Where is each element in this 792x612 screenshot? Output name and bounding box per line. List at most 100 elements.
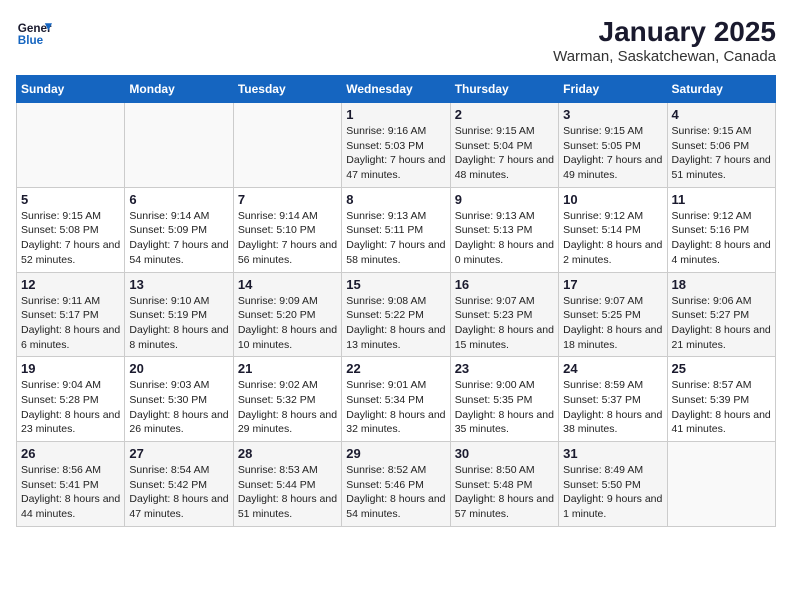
calendar-table: SundayMondayTuesdayWednesdayThursdayFrid… — [16, 75, 776, 527]
day-header-tuesday: Tuesday — [233, 76, 341, 103]
day-number: 2 — [455, 107, 554, 122]
calendar-cell: 6 Sunrise: 9:14 AMSunset: 5:09 PMDaylight… — [125, 187, 233, 272]
calendar-cell: 14 Sunrise: 9:09 AMSunset: 5:20 PMDayligh… — [233, 272, 341, 357]
day-info: Sunrise: 9:14 AMSunset: 5:10 PMDaylight:… — [238, 209, 337, 268]
calendar-cell — [233, 103, 341, 188]
calendar-cell: 10Sunrise: 9:12 AMSunset: 5:14 PMDayligh… — [559, 187, 667, 272]
day-info: Sunrise: 8:57 AMSunset: 5:39 PMDaylight:… — [672, 378, 771, 437]
day-number: 14 — [238, 277, 337, 292]
day-number: 17 — [563, 277, 662, 292]
calendar-cell: 31 Sunrise: 8:49 AMSunset: 5:50 PMDayligh… — [559, 442, 667, 527]
calendar-cell: 27 Sunrise: 8:54 AMSunset: 5:42 PMDayligh… — [125, 442, 233, 527]
day-info: Sunrise: 9:16 AMSunset: 5:03 PMDaylight:… — [346, 124, 445, 183]
day-number: 22 — [346, 361, 445, 376]
calendar-cell — [17, 103, 125, 188]
day-number: 11 — [672, 192, 771, 207]
day-info: Sunrise: 9:03 AMSunset: 5:30 PMDaylight:… — [129, 378, 228, 437]
day-info: Sunrise: 9:07 AMSunset: 5:23 PMDaylight:… — [455, 294, 554, 353]
calendar-cell: 26 Sunrise: 8:56 AMSunset: 5:41 PMDayligh… — [17, 442, 125, 527]
day-number: 6 — [129, 192, 228, 207]
calendar-cell: 8Sunrise: 9:13 AMSunset: 5:11 PMDaylight… — [342, 187, 450, 272]
day-info: Sunrise: 9:08 AMSunset: 5:22 PMDaylight:… — [346, 294, 445, 353]
calendar-cell: 28Sunrise: 8:53 AMSunset: 5:44 PMDayligh… — [233, 442, 341, 527]
logo: General Blue — [16, 16, 52, 52]
day-info: Sunrise: 8:49 AMSunset: 5:50 PMDaylight:… — [563, 463, 662, 522]
calendar-cell: 4Sunrise: 9:15 AMSunset: 5:06 PMDaylight… — [667, 103, 775, 188]
day-info: Sunrise: 9:12 AMSunset: 5:16 PMDaylight:… — [672, 209, 771, 268]
day-info: Sunrise: 8:56 AMSunset: 5:41 PMDaylight:… — [21, 463, 120, 522]
calendar-cell — [667, 442, 775, 527]
day-info: Sunrise: 9:04 AMSunset: 5:28 PMDaylight:… — [21, 378, 120, 437]
day-info: Sunrise: 9:06 AMSunset: 5:27 PMDaylight:… — [672, 294, 771, 353]
calendar-cell: 30 Sunrise: 8:50 AMSunset: 5:48 PMDayligh… — [450, 442, 558, 527]
day-number: 7 — [238, 192, 337, 207]
logo-icon: General Blue — [16, 16, 52, 52]
day-info: Sunrise: 9:02 AMSunset: 5:32 PMDaylight:… — [238, 378, 337, 437]
day-header-monday: Monday — [125, 76, 233, 103]
calendar-cell: 5Sunrise: 9:15 AMSunset: 5:08 PMDaylight… — [17, 187, 125, 272]
calendar-cell: 11 Sunrise: 9:12 AMSunset: 5:16 PMDayligh… — [667, 187, 775, 272]
day-info: Sunrise: 8:54 AMSunset: 5:42 PMDaylight:… — [129, 463, 228, 522]
day-info: Sunrise: 9:11 AMSunset: 5:17 PMDaylight:… — [21, 294, 120, 353]
calendar-week-1: 1 Sunrise: 9:16 AMSunset: 5:03 PMDaylight… — [17, 103, 776, 188]
day-number: 31 — [563, 446, 662, 461]
day-number: 1 — [346, 107, 445, 122]
day-info: Sunrise: 9:09 AMSunset: 5:20 PMDaylight:… — [238, 294, 337, 353]
day-info: Sunrise: 8:50 AMSunset: 5:48 PMDaylight:… — [455, 463, 554, 522]
day-number: 12 — [21, 277, 120, 292]
day-number: 27 — [129, 446, 228, 461]
day-header-sunday: Sunday — [17, 76, 125, 103]
day-info: Sunrise: 9:00 AMSunset: 5:35 PMDaylight:… — [455, 378, 554, 437]
day-info: Sunrise: 8:52 AMSunset: 5:46 PMDaylight:… — [346, 463, 445, 522]
day-number: 16 — [455, 277, 554, 292]
calendar-cell: 18 Sunrise: 9:06 AMSunset: 5:27 PMDayligh… — [667, 272, 775, 357]
day-number: 20 — [129, 361, 228, 376]
day-number: 13 — [129, 277, 228, 292]
calendar-cell: 22 Sunrise: 9:01 AMSunset: 5:34 PMDayligh… — [342, 357, 450, 442]
calendar-cell: 2Sunrise: 9:15 AMSunset: 5:04 PMDaylight… — [450, 103, 558, 188]
calendar-cell: 23 Sunrise: 9:00 AMSunset: 5:35 PMDayligh… — [450, 357, 558, 442]
day-number: 21 — [238, 361, 337, 376]
day-number: 15 — [346, 277, 445, 292]
day-number: 3 — [563, 107, 662, 122]
day-info: Sunrise: 8:53 AMSunset: 5:44 PMDaylight:… — [238, 463, 337, 522]
subtitle: Warman, Saskatchewan, Canada — [553, 48, 776, 65]
calendar-cell: 16 Sunrise: 9:07 AMSunset: 5:23 PMDayligh… — [450, 272, 558, 357]
day-info: Sunrise: 8:59 AMSunset: 5:37 PMDaylight:… — [563, 378, 662, 437]
calendar-week-4: 19 Sunrise: 9:04 AMSunset: 5:28 PMDayligh… — [17, 357, 776, 442]
calendar-cell: 20 Sunrise: 9:03 AMSunset: 5:30 PMDayligh… — [125, 357, 233, 442]
svg-text:Blue: Blue — [18, 34, 44, 47]
calendar-week-2: 5Sunrise: 9:15 AMSunset: 5:08 PMDaylight… — [17, 187, 776, 272]
calendar-cell: 13 Sunrise: 9:10 AMSunset: 5:19 PMDayligh… — [125, 272, 233, 357]
day-info: Sunrise: 9:13 AMSunset: 5:11 PMDaylight:… — [346, 209, 445, 268]
calendar-cell: 9Sunrise: 9:13 AMSunset: 5:13 PMDaylight… — [450, 187, 558, 272]
calendar-cell: 24 Sunrise: 8:59 AMSunset: 5:37 PMDayligh… — [559, 357, 667, 442]
day-header-thursday: Thursday — [450, 76, 558, 103]
calendar-cell: 12 Sunrise: 9:11 AMSunset: 5:17 PMDayligh… — [17, 272, 125, 357]
day-number: 9 — [455, 192, 554, 207]
day-info: Sunrise: 9:07 AMSunset: 5:25 PMDaylight:… — [563, 294, 662, 353]
calendar-cell: 7 Sunrise: 9:14 AMSunset: 5:10 PMDaylight… — [233, 187, 341, 272]
day-number: 19 — [21, 361, 120, 376]
calendar-cell: 21 Sunrise: 9:02 AMSunset: 5:32 PMDayligh… — [233, 357, 341, 442]
day-number: 18 — [672, 277, 771, 292]
day-number: 24 — [563, 361, 662, 376]
day-info: Sunrise: 9:15 AMSunset: 5:05 PMDaylight:… — [563, 124, 662, 183]
day-number: 30 — [455, 446, 554, 461]
day-number: 26 — [21, 446, 120, 461]
day-number: 29 — [346, 446, 445, 461]
day-info: Sunrise: 9:01 AMSunset: 5:34 PMDaylight:… — [346, 378, 445, 437]
day-number: 25 — [672, 361, 771, 376]
calendar-cell: 29 Sunrise: 8:52 AMSunset: 5:46 PMDayligh… — [342, 442, 450, 527]
page-header: General Blue January 2025 Warman, Saskat… — [16, 16, 776, 65]
day-info: Sunrise: 9:14 AMSunset: 5:09 PMDaylight:… — [129, 209, 228, 268]
day-number: 23 — [455, 361, 554, 376]
calendar-header: SundayMondayTuesdayWednesdayThursdayFrid… — [17, 76, 776, 103]
day-info: Sunrise: 9:12 AMSunset: 5:14 PMDaylight:… — [563, 209, 662, 268]
day-header-wednesday: Wednesday — [342, 76, 450, 103]
day-header-saturday: Saturday — [667, 76, 775, 103]
day-info: Sunrise: 9:10 AMSunset: 5:19 PMDaylight:… — [129, 294, 228, 353]
calendar-cell: 17 Sunrise: 9:07 AMSunset: 5:25 PMDayligh… — [559, 272, 667, 357]
day-number: 4 — [672, 107, 771, 122]
day-header-friday: Friday — [559, 76, 667, 103]
